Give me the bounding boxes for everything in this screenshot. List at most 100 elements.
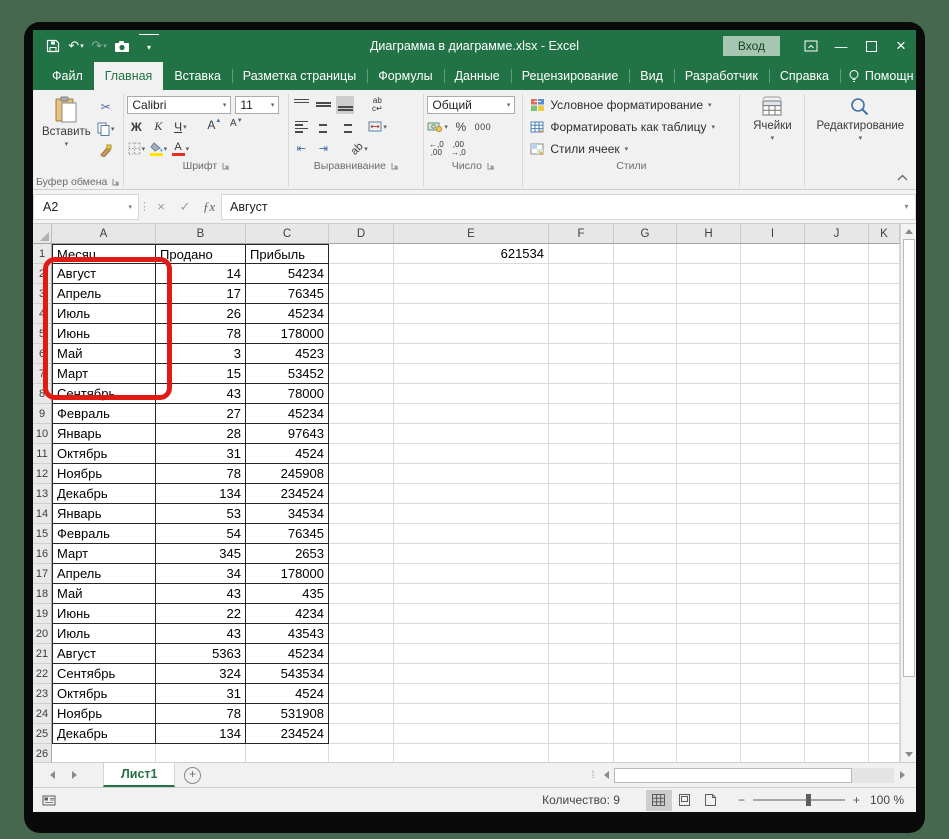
cell-J17[interactable] <box>805 564 869 584</box>
cell-G4[interactable] <box>614 304 677 324</box>
cell-I23[interactable] <box>741 684 805 704</box>
cell-D14[interactable] <box>329 504 394 524</box>
cell-B10[interactable]: 28 <box>156 424 246 444</box>
scroll-left-icon[interactable] <box>598 767 614 784</box>
cell-E19[interactable] <box>394 604 549 624</box>
customize-qat-button[interactable]: ▾ <box>139 34 159 58</box>
vertical-scroll-thumb[interactable] <box>903 239 915 677</box>
cell-C1[interactable]: Прибыль <box>246 244 329 264</box>
cell-C24[interactable]: 531908 <box>246 704 329 724</box>
ribbon-tab-7[interactable]: Вид <box>629 62 674 90</box>
close-button[interactable]: × <box>886 30 916 62</box>
cell-K6[interactable] <box>869 344 900 364</box>
scroll-up-icon[interactable] <box>905 224 913 239</box>
zoom-level[interactable]: 100 % <box>870 793 904 807</box>
formula-bar-grip[interactable]: ⋮ <box>139 200 149 213</box>
zoom-slider-thumb[interactable] <box>806 794 811 806</box>
row-header-20[interactable]: 20 <box>33 624 52 644</box>
cell-F15[interactable] <box>549 524 614 544</box>
row-header-21[interactable]: 21 <box>33 644 52 664</box>
cell-B17[interactable]: 34 <box>156 564 246 584</box>
row-header-13[interactable]: 13 <box>33 484 52 504</box>
cell-I2[interactable] <box>741 264 805 284</box>
cell-F20[interactable] <box>549 624 614 644</box>
select-all-corner[interactable] <box>33 224 52 244</box>
copy-dropdown-icon[interactable]: ▾ <box>111 125 115 133</box>
editing-dropdown-icon[interactable]: ▾ <box>859 134 863 142</box>
cell-D2[interactable] <box>329 264 394 284</box>
undo-button[interactable]: ↶▾ <box>66 35 86 57</box>
vertical-scrollbar[interactable] <box>900 224 916 762</box>
zoom-out-button[interactable]: − <box>738 793 745 807</box>
cell-D5[interactable] <box>329 324 394 344</box>
cell-B2[interactable]: 14 <box>156 264 246 284</box>
bold-button[interactable]: Ж <box>127 118 145 136</box>
row-header-11[interactable]: 11 <box>33 444 52 464</box>
name-box[interactable]: A2 ▾ <box>33 194 139 220</box>
row-header-22[interactable]: 22 <box>33 664 52 684</box>
cell-D17[interactable] <box>329 564 394 584</box>
cell-D16[interactable] <box>329 544 394 564</box>
cell-B23[interactable]: 31 <box>156 684 246 704</box>
cell-H10[interactable] <box>677 424 741 444</box>
redo-dropdown-icon[interactable]: ▾ <box>103 42 107 50</box>
cell-E8[interactable] <box>394 384 549 404</box>
cell-D19[interactable] <box>329 604 394 624</box>
cell-K23[interactable] <box>869 684 900 704</box>
insert-function-button[interactable]: ƒx <box>197 194 221 220</box>
cell-A22[interactable]: Сентябрь <box>52 664 156 684</box>
cell-E12[interactable] <box>394 464 549 484</box>
cell-I26[interactable] <box>741 744 805 762</box>
cell-G20[interactable] <box>614 624 677 644</box>
cell-E9[interactable] <box>394 404 549 424</box>
cell-D4[interactable] <box>329 304 394 324</box>
collapse-ribbon-button[interactable] <box>897 168 908 186</box>
cell-H6[interactable] <box>677 344 741 364</box>
align-middle-button[interactable] <box>314 96 332 114</box>
cell-E5[interactable] <box>394 324 549 344</box>
page-break-view-button[interactable] <box>698 790 724 811</box>
cell-styles-button[interactable]: Стили ячеек▾ <box>530 139 736 158</box>
cell-I19[interactable] <box>741 604 805 624</box>
cell-B18[interactable]: 43 <box>156 584 246 604</box>
cell-E10[interactable] <box>394 424 549 444</box>
copy-button[interactable]: ▾ <box>97 120 115 138</box>
cell-H3[interactable] <box>677 284 741 304</box>
cell-B15[interactable]: 54 <box>156 524 246 544</box>
cell-G24[interactable] <box>614 704 677 724</box>
cell-F7[interactable] <box>549 364 614 384</box>
cell-E23[interactable] <box>394 684 549 704</box>
cell-F10[interactable] <box>549 424 614 444</box>
cell-I13[interactable] <box>741 484 805 504</box>
fill-color-button[interactable]: ▾ <box>149 140 167 158</box>
font-color-button[interactable]: А ▾ <box>171 140 189 158</box>
align-bottom-button[interactable] <box>336 96 354 114</box>
cell-K14[interactable] <box>869 504 900 524</box>
cell-C11[interactable]: 4524 <box>246 444 329 464</box>
cell-A1[interactable]: Месяц <box>52 244 156 264</box>
cell-G25[interactable] <box>614 724 677 744</box>
cell-D6[interactable] <box>329 344 394 364</box>
cell-J12[interactable] <box>805 464 869 484</box>
cell-I22[interactable] <box>741 664 805 684</box>
cell-H1[interactable] <box>677 244 741 264</box>
horizontal-scroll-thumb[interactable] <box>614 768 852 783</box>
expand-formula-bar-icon[interactable]: ▾ <box>898 194 916 220</box>
cell-J14[interactable] <box>805 504 869 524</box>
cell-J24[interactable] <box>805 704 869 724</box>
cell-D9[interactable] <box>329 404 394 424</box>
cell-J7[interactable] <box>805 364 869 384</box>
cell-B21[interactable]: 5363 <box>156 644 246 664</box>
cell-A19[interactable]: Июнь <box>52 604 156 624</box>
cell-F17[interactable] <box>549 564 614 584</box>
cell-K19[interactable] <box>869 604 900 624</box>
cell-G7[interactable] <box>614 364 677 384</box>
cell-K4[interactable] <box>869 304 900 324</box>
column-header-B[interactable]: B <box>156 224 246 244</box>
cell-K2[interactable] <box>869 264 900 284</box>
cell-H16[interactable] <box>677 544 741 564</box>
cell-I1[interactable] <box>741 244 805 264</box>
cell-H14[interactable] <box>677 504 741 524</box>
borders-dropdown-icon[interactable]: ▾ <box>142 145 146 153</box>
cell-I21[interactable] <box>741 644 805 664</box>
